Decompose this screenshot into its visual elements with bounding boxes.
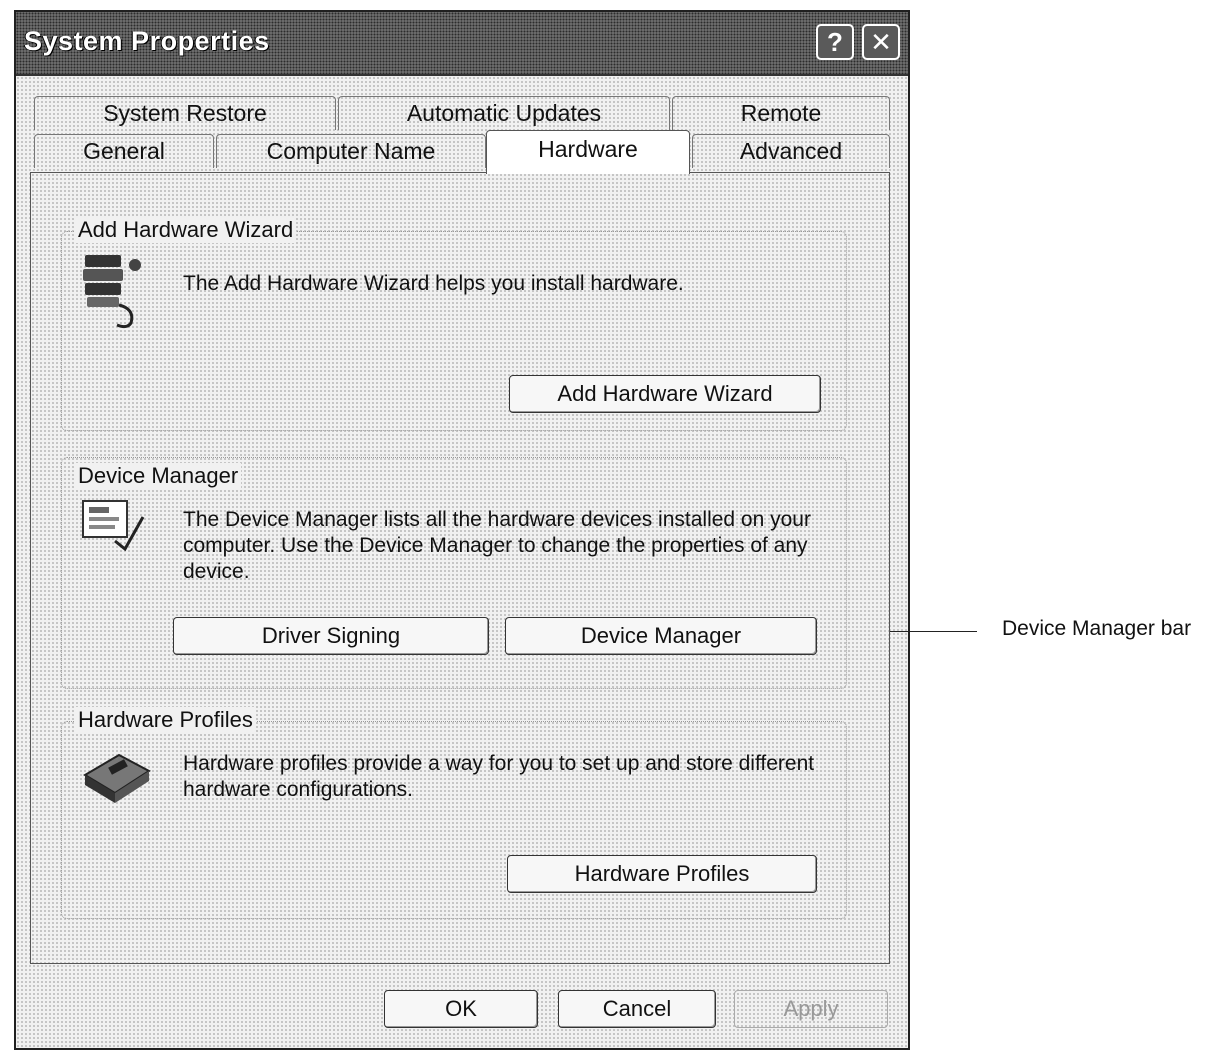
callout-label: Device Manager bar	[1002, 617, 1192, 640]
device-manager-description: The Device Manager lists all the hardwar…	[183, 508, 811, 583]
tab-system-restore[interactable]: System Restore	[34, 96, 336, 130]
cancel-button[interactable]: Cancel	[558, 990, 716, 1028]
device-manager-button[interactable]: Device Manager	[505, 617, 817, 655]
add-hardware-wizard-button[interactable]: Add Hardware Wizard	[509, 375, 821, 413]
add-hardware-description: The Add Hardware Wizard helps you instal…	[183, 272, 684, 295]
tab-hardware[interactable]: Hardware	[486, 130, 690, 174]
close-button[interactable]: ✕	[862, 24, 900, 60]
tab-automatic-updates[interactable]: Automatic Updates	[338, 96, 670, 130]
tab-remote[interactable]: Remote	[672, 96, 890, 130]
title-bar[interactable]: System Properties ? ✕	[16, 12, 908, 76]
help-icon: ?	[827, 26, 843, 57]
add-hardware-group-label: Add Hardware Wizard	[75, 217, 297, 243]
ok-button[interactable]: OK	[384, 990, 538, 1028]
hardware-profiles-description: Hardware profiles provide a way for you …	[183, 752, 815, 801]
driver-signing-button[interactable]: Driver Signing	[173, 617, 489, 655]
help-button[interactable]: ?	[816, 24, 854, 60]
apply-button[interactable]: Apply	[734, 990, 888, 1028]
window-title: System Properties	[24, 26, 270, 56]
hardware-profiles-button[interactable]: Hardware Profiles	[507, 855, 817, 893]
hardware-tab-panel: Add Hardware Wizard The Add Hardware Wiz…	[30, 172, 890, 964]
tab-general[interactable]: General	[34, 134, 214, 168]
tab-advanced[interactable]: Advanced	[692, 134, 890, 168]
close-icon: ✕	[870, 26, 892, 57]
hardware-profiles-icon	[83, 753, 151, 803]
device-manager-icon	[82, 500, 145, 551]
hardware-profiles-group-label: Hardware Profiles	[75, 707, 256, 733]
tab-computer-name[interactable]: Computer Name	[216, 134, 486, 168]
system-properties-window: System Properties ? ✕ System Restore Aut…	[14, 10, 910, 1050]
add-hardware-icon	[83, 255, 141, 329]
device-manager-group-label: Device Manager	[75, 463, 242, 489]
